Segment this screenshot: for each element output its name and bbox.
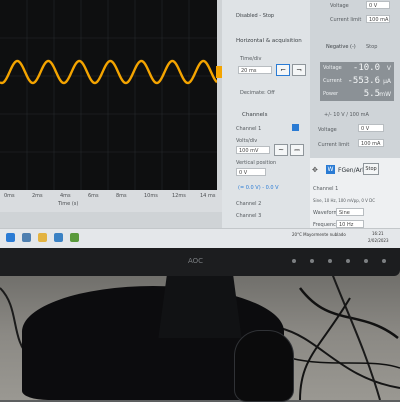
sine-trace	[0, 59, 218, 85]
current-limit-top-input[interactable]: 100 mA	[366, 15, 390, 23]
trigger-falling-edge-icon[interactable]: ¬	[292, 64, 306, 76]
scope-status-label: Disabled - Stop	[236, 13, 275, 19]
trigger-rising-edge-icon[interactable]: ⌐	[276, 64, 290, 76]
computer-mouse	[234, 330, 294, 402]
channel2-label[interactable]: Channel 2	[236, 201, 261, 207]
current-limit-input[interactable]: 100 mA	[358, 139, 384, 147]
voltage-readout-label: Voltage	[323, 65, 342, 71]
power-readout-unit: mW	[379, 91, 391, 98]
channel-list-summary[interactable]: (= 0.0 V) - 0.0 V	[238, 185, 279, 191]
negative-supply-label: Negative (-)	[326, 44, 356, 50]
fgen-summary: Sine, 10 Hz, 100 mVpp, 0 V DC	[313, 198, 376, 203]
browser-icon[interactable]	[54, 233, 63, 242]
negative-range-label: +/- 10 V / 100 mA	[324, 112, 369, 118]
voltage-top-label: Voltage	[330, 3, 349, 9]
channels-section-title[interactable]: Channels	[242, 112, 267, 118]
vertical-position-label: Vertical position	[236, 160, 277, 166]
vertical-position-input[interactable]: 0 V	[236, 168, 266, 176]
x-tick-label: 8ms	[116, 193, 127, 199]
channel1-label: Channel 1	[236, 126, 262, 132]
search-icon[interactable]	[22, 233, 31, 242]
x-tick-label: 2ms	[32, 193, 43, 199]
x-tick-label: 6ms	[88, 193, 99, 199]
frequency-input[interactable]: 10 Hz	[336, 220, 364, 228]
power-readout-label: Power	[323, 91, 339, 97]
voltage-readout: Voltage -10.0 V	[320, 62, 394, 75]
x-tick-label: 14 ms	[200, 193, 216, 199]
waveform-select[interactable]: Sine	[336, 208, 364, 216]
x-tick-label: 10ms	[144, 193, 158, 199]
current-readout-label: Current	[323, 78, 342, 84]
volts-div-label: Volts/div	[236, 138, 258, 144]
fgen-logo-icon: W	[326, 165, 335, 174]
negative-stop-button[interactable]: Stop	[366, 44, 377, 50]
clock-time[interactable]: 16:21	[372, 231, 384, 236]
voltage-input[interactable]: 0 V	[358, 124, 384, 132]
waveform-label: Waveform	[313, 210, 339, 216]
waveform-trace-canvas	[0, 0, 218, 190]
channel1-color-swatch[interactable]	[292, 124, 299, 131]
current-limit-top-label: Current limit	[330, 17, 362, 23]
monitor-screen: 0ms 2ms 4ms 6ms 8ms 10ms 12ms 14 ms Time (s) Di…	[0, 0, 400, 248]
current-limit-label: Current limit	[318, 142, 350, 148]
current-readout-value: -553.6	[347, 76, 380, 86]
horizontal-section-title[interactable]: Horizontal & acquisition	[236, 38, 302, 44]
fgen-stop-button[interactable]: Stop	[363, 163, 379, 175]
monitor-brand-logo: AOC	[188, 257, 204, 265]
current-readout-unit: µA	[383, 78, 391, 85]
clock-date[interactable]: 2/02/2023	[368, 238, 389, 243]
volts-div-select[interactable]: 100 mV	[236, 146, 270, 154]
x-tick-label: 0ms	[4, 193, 15, 199]
channel3-label[interactable]: Channel 3	[236, 213, 261, 219]
x-tick-label: 12ms	[172, 193, 186, 199]
x-tick-label: 4ms	[60, 193, 71, 199]
voltage-top-input[interactable]: 0 V	[366, 1, 390, 9]
power-readout: Power 5.5 mW	[320, 88, 394, 101]
fgen-channel-label: Channel 1	[313, 186, 339, 192]
power-readout-value: 5.5	[363, 89, 380, 99]
scope-control-panel: Disabled - Stop Horizontal & acquisition…	[222, 0, 310, 248]
smu-panel: Voltage 0 V Current limit 100 mA Negativ…	[310, 0, 400, 248]
oscilloscope-plot[interactable]	[0, 0, 218, 190]
voltage-readout-unit: V	[386, 65, 391, 72]
voltage-readout-value: -10.0	[352, 63, 380, 73]
coupling-ac-icon[interactable]: ~	[274, 144, 288, 156]
time-div-label: Time/div	[240, 56, 262, 62]
voltage-label: Voltage	[318, 127, 337, 133]
weather-widget[interactable]: 20°C Mayormente nublado	[292, 232, 346, 237]
drag-handle-icon[interactable]: ✥	[312, 166, 318, 174]
app-icon[interactable]	[70, 233, 79, 242]
x-axis-title: Time (s)	[58, 201, 79, 207]
file-explorer-icon[interactable]	[38, 233, 47, 242]
current-readout: Current -553.6 µA	[320, 75, 394, 88]
decimate-label[interactable]: Decimate: Off	[240, 90, 275, 96]
fgen-title: FGen/Arb	[338, 167, 366, 174]
windows-start-icon[interactable]	[6, 233, 15, 242]
coupling-dc-icon[interactable]: ⎓	[290, 144, 304, 156]
monitor-control-buttons	[292, 259, 388, 267]
time-div-select[interactable]: 20 ms	[238, 66, 272, 74]
